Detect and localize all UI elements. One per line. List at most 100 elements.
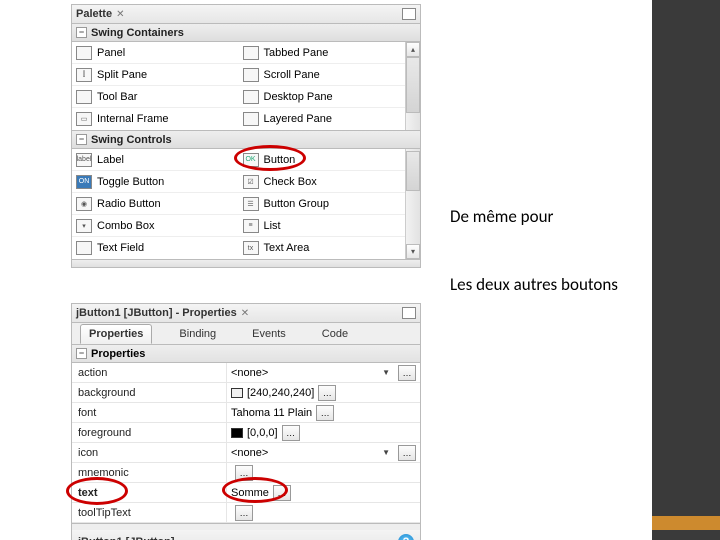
scroll-pane-icon: [243, 68, 259, 82]
tab-properties[interactable]: Properties: [80, 324, 152, 344]
property-value[interactable]: Tahoma 11 Plain …: [227, 403, 420, 422]
color-swatch-icon: [231, 388, 243, 398]
collapse-icon[interactable]: −: [76, 134, 87, 145]
property-row-text: text Somme …: [72, 483, 420, 503]
property-value-text: [0,0,0]: [247, 427, 278, 439]
palette-item-toggle-button[interactable]: ONToggle Button: [72, 171, 239, 193]
property-name: font: [72, 403, 227, 422]
ellipsis-button[interactable]: …: [316, 405, 334, 421]
internal-frame-icon: ▭: [76, 112, 92, 126]
tab-events[interactable]: Events: [243, 324, 295, 344]
palette-item-text-area[interactable]: txText Area: [239, 237, 406, 259]
palette-scrollbar[interactable]: ▴: [405, 42, 420, 130]
property-value-text: <none>: [231, 367, 268, 379]
palette-item-list[interactable]: ≡List: [239, 215, 406, 237]
property-row-font: font Tahoma 11 Plain …: [72, 403, 420, 423]
list-icon: ≡: [243, 219, 259, 233]
ellipsis-button[interactable]: …: [235, 505, 253, 521]
dropdown-arrow-icon[interactable]: ▼: [382, 448, 390, 457]
palette-header: Palette ✕: [71, 4, 421, 24]
palette-item-combo-box[interactable]: ▾Combo Box: [72, 215, 239, 237]
radio-button-icon: ◉: [76, 197, 92, 211]
text-area-icon: tx: [243, 241, 259, 255]
palette-item-split-pane[interactable]: ⫿Split Pane: [72, 64, 239, 86]
property-value[interactable]: …: [227, 463, 420, 482]
collapse-icon[interactable]: −: [76, 27, 87, 38]
property-value[interactable]: …: [227, 503, 420, 522]
palette-item-panel[interactable]: Panel: [72, 42, 239, 64]
minimize-icon[interactable]: [402, 307, 416, 319]
button-icon: OK: [243, 153, 259, 167]
panel-icon: [76, 46, 92, 60]
ellipsis-button[interactable]: …: [398, 445, 416, 461]
scroll-thumb[interactable]: [406, 57, 420, 113]
properties-section[interactable]: − Properties: [71, 345, 421, 363]
category-swing-controls[interactable]: − Swing Controls: [71, 131, 421, 149]
ellipsis-button[interactable]: …: [318, 385, 336, 401]
ellipsis-button[interactable]: …: [235, 465, 253, 481]
scroll-up-icon[interactable]: ▴: [406, 42, 420, 57]
property-name: foreground: [72, 423, 227, 442]
tool-bar-icon: [76, 90, 92, 104]
text-field-icon: [76, 241, 92, 255]
property-value[interactable]: [0,0,0] …: [227, 423, 420, 442]
property-value[interactable]: <none>▼…: [227, 443, 420, 462]
palette-item-tabbed-pane[interactable]: Tabbed Pane: [239, 42, 406, 64]
palette-item-internal-frame[interactable]: ▭Internal Frame: [72, 108, 239, 130]
palette-title: Palette: [76, 8, 112, 20]
property-value-text: Somme: [231, 487, 269, 499]
property-value[interactable]: Somme …: [227, 483, 420, 502]
containers-grid: Panel ⫿Split Pane Tool Bar ▭Internal Fra…: [71, 42, 421, 131]
property-name: action: [72, 363, 227, 382]
palette-item-check-box[interactable]: ☑Check Box: [239, 171, 406, 193]
desktop-pane-icon: [243, 90, 259, 104]
tab-code[interactable]: Code: [313, 324, 357, 344]
ellipsis-button[interactable]: …: [282, 425, 300, 441]
controls-scrollbar[interactable]: ▾: [405, 149, 420, 259]
close-x-icon[interactable]: ✕: [241, 308, 249, 319]
property-name: text: [72, 483, 227, 502]
category-swing-containers[interactable]: − Swing Containers: [71, 24, 421, 42]
property-value[interactable]: <none> ▼ …: [227, 363, 420, 382]
help-icon[interactable]: ?: [398, 534, 414, 540]
footer-label: jButton1 [JButton]: [78, 536, 175, 540]
palette-item-layered-pane[interactable]: Layered Pane: [239, 108, 406, 130]
palette-item-label[interactable]: labelLabel: [72, 149, 239, 171]
tab-binding[interactable]: Binding: [170, 324, 225, 344]
close-x-icon[interactable]: ✕: [116, 9, 124, 20]
category-label: Swing Containers: [91, 27, 184, 39]
properties-panel: jButton1 [JButton] - Properties ✕ Proper…: [71, 303, 421, 540]
tabbed-pane-icon: [243, 46, 259, 60]
minimize-icon[interactable]: [402, 8, 416, 20]
ellipsis-button[interactable]: …: [273, 485, 291, 501]
controls-grid: labelLabel ONToggle Button ◉Radio Button…: [71, 149, 421, 260]
property-row-mnemonic: mnemonic…: [72, 463, 420, 483]
property-name: icon: [72, 443, 227, 462]
property-value-text: [240,240,240]: [247, 387, 314, 399]
scroll-down-icon[interactable]: ▾: [406, 244, 420, 259]
layered-pane-icon: [243, 112, 259, 126]
palette-item-scroll-pane[interactable]: Scroll Pane: [239, 64, 406, 86]
slide-sidebar: [652, 0, 720, 540]
property-name: toolTipText: [72, 503, 227, 522]
dropdown-arrow-icon[interactable]: ▼: [382, 368, 390, 377]
palette-item-button[interactable]: OKButton: [239, 149, 406, 171]
palette-item-tool-bar[interactable]: Tool Bar: [72, 86, 239, 108]
palette-panel: Palette ✕ − Swing Containers Panel ⫿Spli…: [71, 4, 421, 268]
annotation-text-1: De même pour: [450, 206, 553, 227]
palette-item-radio-button[interactable]: ◉Radio Button: [72, 193, 239, 215]
palette-item-desktop-pane[interactable]: Desktop Pane: [239, 86, 406, 108]
palette-item-button-group[interactable]: ☰Button Group: [239, 193, 406, 215]
properties-header: jButton1 [JButton] - Properties ✕: [71, 303, 421, 323]
annotation-text-2: Les deux autres boutons: [450, 274, 618, 295]
collapse-icon[interactable]: −: [76, 348, 87, 359]
palette-item-text-field[interactable]: Text Field: [72, 237, 239, 259]
property-value-text: Tahoma 11 Plain: [231, 407, 312, 419]
panel-resize-handle[interactable]: [71, 260, 421, 268]
property-value[interactable]: [240,240,240] …: [227, 383, 420, 402]
check-box-icon: ☑: [243, 175, 259, 189]
combo-box-icon: ▾: [76, 219, 92, 233]
scroll-thumb[interactable]: [406, 151, 420, 191]
properties-table: action<none>▼…background[240,240,240]…fo…: [71, 363, 421, 524]
ellipsis-button[interactable]: …: [398, 365, 416, 381]
